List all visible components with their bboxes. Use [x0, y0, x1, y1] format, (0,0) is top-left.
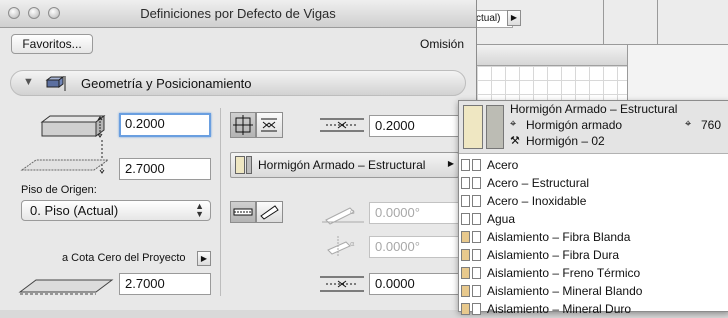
fill-icon: ⌖: [510, 118, 517, 130]
bottom-offset-icon: [320, 276, 364, 292]
menu-item[interactable]: Acero – Inoxidable: [459, 192, 728, 210]
menu-item-label: Agua: [487, 212, 516, 226]
menu-item-label: Acero – Inoxidable: [487, 194, 587, 208]
material-icon: ⚒: [510, 135, 520, 147]
material-swatch-icon: [472, 285, 481, 297]
anchor-mirror-icon: [261, 118, 277, 132]
menu-item-label: Aislamiento – Fibra Blanda: [487, 230, 631, 244]
header-swatch-icon: [486, 105, 504, 149]
menu-item-label: Aislamiento – Fibra Dura: [487, 248, 620, 262]
menu-item-label: Aislamiento – Mineral Duro: [487, 302, 632, 316]
material-swatch-icon: [472, 267, 481, 279]
beam-anchor-edge-button[interactable]: [256, 112, 283, 138]
slant-angle-field[interactable]: 0.0000°: [369, 202, 459, 224]
offset-icon: [320, 118, 364, 132]
section-header[interactable]: ▼ Geometría y Posicionamiento: [10, 70, 466, 96]
beam-width-field[interactable]: 0.2000: [119, 113, 211, 137]
story-arrow-button[interactable]: ▶: [507, 10, 521, 26]
menu-item[interactable]: Aislamiento – Freno Térmico: [459, 264, 728, 282]
reference-label: a Cota Cero del Proyecto: [62, 252, 186, 264]
plan-titlebar: [477, 45, 627, 66]
reference-arrow-button[interactable]: ▶: [197, 251, 211, 266]
header-swatch-icon: [463, 105, 483, 149]
material-swatch-icon: [461, 159, 470, 171]
beam-settings-dialog: Definiciones por Defecto de Vigas Favori…: [0, 0, 477, 310]
svg-text:α: α: [350, 240, 355, 248]
straight-beam-icon: [233, 208, 253, 216]
material-swatch-icon: [472, 159, 481, 171]
dialog-title: Definiciones por Defecto de Vigas: [140, 6, 336, 21]
menu-item-label: Aislamiento – Freno Térmico: [487, 266, 641, 280]
favorites-button[interactable]: Favoritos...: [11, 34, 93, 54]
material-swatch-icon: [461, 267, 470, 279]
material-swatch-icon: [461, 213, 470, 225]
header-title: Hormigón Armado – Estructural: [510, 102, 678, 116]
beam-geometry-icon: [45, 76, 66, 91]
material-swatch-icon: [461, 195, 470, 207]
disclosure-triangle-icon[interactable]: ▼: [23, 76, 34, 88]
beam-anchor-center-button[interactable]: [230, 112, 256, 138]
material-swatch-icon: [246, 156, 252, 174]
menu-item[interactable]: Aislamiento – Fibra Dura: [459, 246, 728, 264]
section-title: Geometría y Posicionamiento: [81, 76, 252, 91]
header-pen: 760: [701, 118, 722, 132]
material-swatch-icon: [461, 249, 470, 261]
tilt-angle-icon: α: [327, 236, 355, 256]
slanted-beam-icon: [260, 205, 279, 220]
material-swatch-icon: [472, 303, 481, 315]
window-edge: [627, 45, 628, 105]
menu-item[interactable]: Aislamiento – Mineral Blando: [459, 282, 728, 300]
background-window-plan: [476, 44, 728, 106]
menu-item[interactable]: Acero – Estructural: [459, 174, 728, 192]
slant-angle-icon: α: [322, 207, 364, 225]
material-swatch-icon: [472, 195, 481, 207]
menu-item[interactable]: Acero: [459, 156, 728, 174]
reference-level-icon: [18, 279, 114, 295]
material-swatch-icon: [461, 231, 470, 243]
title-bar[interactable]: Definiciones por Defecto de Vigas: [0, 0, 476, 28]
beam-height-diagram-icon: [20, 159, 110, 171]
home-story-value: 0. Piso (Actual): [30, 203, 119, 218]
menu-item[interactable]: Aislamiento – Fibra Blanda: [459, 228, 728, 246]
select-arrows-icon: ▲ ▼: [195, 201, 204, 219]
offset-field[interactable]: 0.2000: [369, 115, 459, 137]
menu-item-label: Acero – Estructural: [487, 176, 590, 190]
material-swatch-icon: [472, 177, 481, 189]
omission-label: Omisión: [420, 37, 465, 51]
popup-header: Hormigón Armado – Estructural ⌖ Hormigón…: [459, 101, 728, 154]
home-story-label: Piso de Origen:: [21, 184, 97, 196]
material-popup-menu: Hormigón Armado – Estructural ⌖ Hormigón…: [458, 100, 728, 316]
bottom-offset-field[interactable]: 0.0000: [369, 273, 459, 295]
menu-item[interactable]: Aislamiento – Mineral Duro: [459, 300, 728, 318]
material-swatch-icon: [461, 285, 470, 297]
plan-grid: [477, 66, 627, 104]
anchor-center-icon: [233, 115, 253, 135]
header-material: Hormigón – 02: [526, 134, 605, 148]
material-swatch-icon: [461, 177, 470, 189]
material-select[interactable]: Hormigón Armado – Estructural ▶: [230, 152, 459, 178]
tilt-angle-field[interactable]: 0.0000°: [369, 236, 459, 258]
material-label: Hormigón Armado – Estructural: [258, 158, 426, 172]
home-story-select[interactable]: 0. Piso (Actual) ▲ ▼: [21, 200, 211, 221]
material-swatch-icon: [461, 303, 470, 315]
window-edge: [603, 0, 604, 44]
svg-text:α: α: [350, 208, 355, 216]
beam-shape-slanted-button[interactable]: [256, 201, 283, 223]
header-fill: Hormigón armado: [526, 118, 623, 132]
submenu-arrow-icon: ▶: [447, 159, 454, 168]
menu-item[interactable]: Agua: [459, 210, 728, 228]
material-swatch-icon: [472, 249, 481, 261]
window-edge: [657, 0, 658, 44]
material-swatch-icon: [235, 156, 245, 174]
beam-height-field[interactable]: 2.7000: [119, 158, 211, 180]
menu-item-label: Acero: [487, 158, 519, 172]
column-divider: [220, 108, 221, 296]
beam-shape-straight-button[interactable]: [230, 201, 256, 223]
pen-icon: ⌖: [685, 118, 692, 130]
background-window-top: ctual) ▶: [470, 0, 728, 45]
reference-offset-field[interactable]: 2.7000: [119, 273, 211, 295]
material-swatch-icon: [472, 213, 481, 225]
menu-item-label: Aislamiento – Mineral Blando: [487, 284, 643, 298]
material-swatch-icon: [472, 231, 481, 243]
